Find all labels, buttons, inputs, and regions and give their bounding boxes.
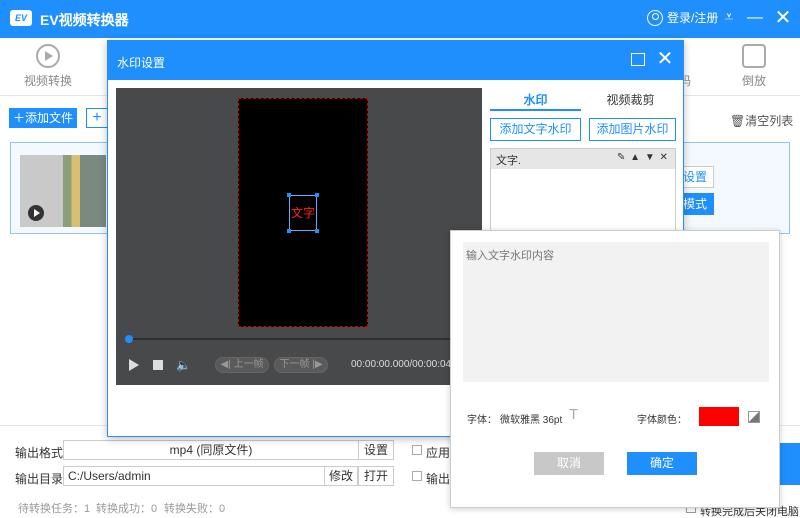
close-icon[interactable]: ✕ [772,7,794,29]
next-frame-button[interactable]: 下一帧 |▶ [274,357,328,373]
output-format-label: 输出格式 [15,446,64,460]
login-label: 登录/注册 [667,11,719,25]
watermark-item-name: 文字. [496,155,522,167]
status-pending: 待转换任务：1 [18,503,91,515]
font-value[interactable]: 微软雅黑 36pt [500,411,562,426]
output-to-checkbox[interactable] [412,471,422,481]
trash-icon: 🗑 [730,114,746,128]
app-title: EV视频转换器 [40,12,129,28]
tab-reverse[interactable]: 倒放 [724,44,784,89]
resize-handle-bl[interactable] [287,229,291,233]
confirm-button[interactable]: 确定 [627,452,697,475]
add-text-watermark-button[interactable]: 添加文字水印 [490,118,581,141]
resize-handle-tr[interactable] [315,193,319,197]
resize-handle-tl[interactable] [287,193,291,197]
dialog-title-bar: 水印设置 ✕ [108,41,683,80]
output-dir-field[interactable]: C:/Users/admin [63,466,325,486]
apply-all-checkbox[interactable] [412,445,422,455]
add-file-button[interactable]: ＋添加文件 [9,108,77,128]
add-image-watermark-button[interactable]: 添加图片水印 [589,118,676,141]
play-icon[interactable] [129,359,139,371]
watermark-text-overlay[interactable]: 文字 [289,195,317,231]
volume-icon[interactable]: 🔈 [176,359,191,371]
prev-frame-button[interactable]: ◀| 上一帧 [215,357,269,373]
plus-icon: ＋ [12,111,25,125]
watermark-list: 文字. ✎ ▲ ▼ ✕ [490,148,676,236]
cancel-button[interactable]: 取消 [534,452,604,475]
color-picker-icon[interactable] [748,411,760,423]
add-file-label: 添加文件 [25,111,74,125]
dialog-tabs: 水印 视频裁剪 [490,91,676,111]
video-convert-icon [36,44,60,68]
status-success: 转换成功：0 [96,503,158,515]
timecode: 00:00:00.000/00:00:04 [351,359,452,370]
tab-video-convert-label: 视频转换 [23,74,72,88]
tab-video-crop[interactable]: 视频裁剪 [585,91,676,111]
tab-video-convert[interactable]: 视频转换 [18,44,78,89]
format-settings-button[interactable]: 设置 [358,440,394,460]
stop-icon[interactable] [153,360,163,370]
reverse-icon [742,44,766,68]
watermark-list-item[interactable]: 文字. ✎ ▲ ▼ ✕ [491,149,675,169]
tab-watermark[interactable]: 水印 [490,91,581,111]
text-watermark-panel: 字体： 微软雅黑 36pt T 字体颜色： 取消 确定 [450,230,780,508]
open-dir-button[interactable]: 打开 [358,466,394,486]
font-icon[interactable]: T [569,406,578,423]
app-logo: EV [10,10,32,26]
play-icon[interactable] [28,205,44,221]
status-failed: 转换失败：0 [164,503,226,515]
minimize-icon[interactable]: — [744,7,766,29]
progress-track[interactable] [128,338,482,340]
title-bar: EV EV视频转换器 登录/注册 ⩡ — ✕ [0,0,800,38]
dialog-title: 水印设置 [117,56,166,70]
font-color-swatch[interactable] [699,407,739,426]
progress-handle[interactable] [125,335,133,343]
user-icon [647,9,663,26]
login-button[interactable]: 登录/注册 [647,9,718,26]
maximize-icon[interactable] [631,53,645,66]
tab-reverse-label: 倒放 [741,74,766,88]
output-dir-label: 输出目录 [15,472,64,486]
add-folder-button[interactable]: + [86,108,108,128]
resize-handle-br[interactable] [315,229,319,233]
output-format-select[interactable]: mp4 (同原文件) [63,440,359,460]
clear-list-label: 清空列表 [745,114,794,128]
video-preview: 文字 🔈 ◀| 上一帧 下一帧 |▶ 00:00:00.000/00:00:04 [116,88,482,385]
clear-list-button[interactable]: 🗑清空列表 [730,112,793,129]
dialog-close-icon[interactable]: ✕ [655,48,675,70]
modify-dir-button[interactable]: 修改 [324,466,358,486]
font-label: 字体： [467,415,497,426]
watermark-text-input[interactable] [463,242,769,382]
watermark-item-actions[interactable]: ✎ ▲ ▼ ✕ [617,152,669,163]
font-color-label: 字体颜色： [637,415,687,426]
dropdown-menu-icon[interactable]: ⩡ [718,7,740,29]
video-thumbnail[interactable] [20,155,106,227]
